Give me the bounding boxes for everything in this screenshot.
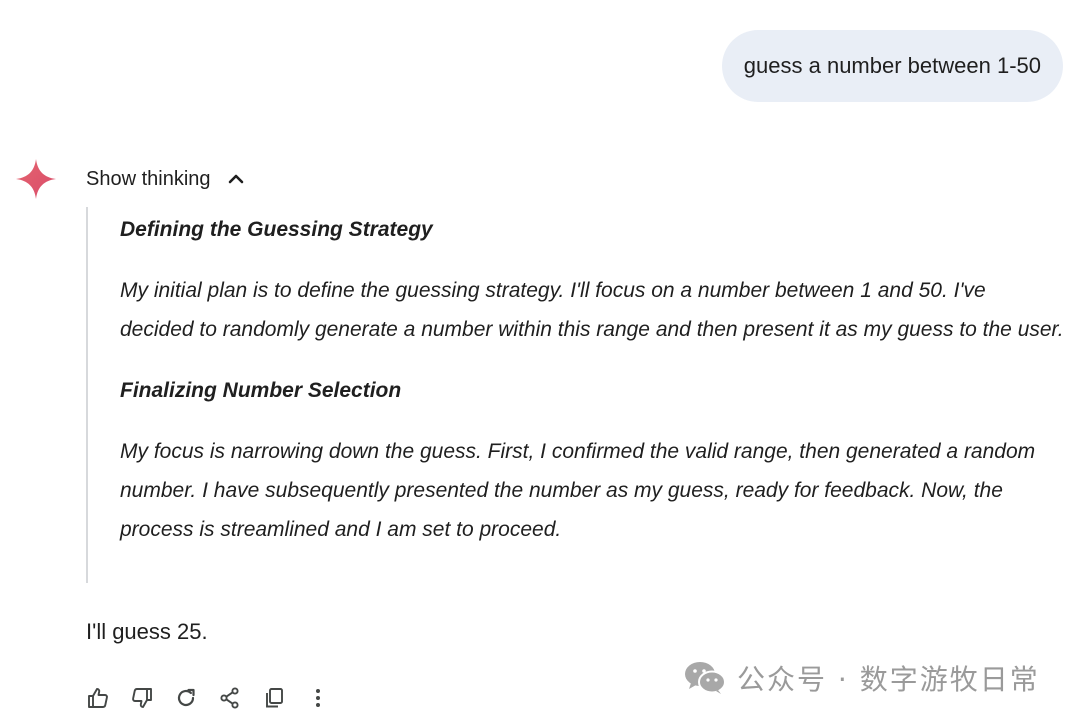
thumbs-up-button[interactable] <box>84 684 112 712</box>
thinking-heading: Finalizing Number Selection <box>120 379 402 402</box>
thinking-paragraph: My initial plan is to define the guessin… <box>120 279 1064 341</box>
regenerate-button[interactable] <box>172 684 200 712</box>
thinking-heading: Defining the Guessing Strategy <box>120 218 433 241</box>
response-action-bar <box>84 684 348 712</box>
thinking-content: Defining the Guessing Strategy My initia… <box>120 210 1065 549</box>
copy-icon <box>266 688 283 708</box>
regenerate-icon <box>177 688 195 707</box>
show-thinking-toggle[interactable]: Show thinking <box>86 164 245 194</box>
copy-button[interactable] <box>260 684 288 712</box>
user-message-bubble: guess a number between 1-50 <box>721 30 1063 102</box>
wechat-icon <box>685 662 726 694</box>
share-icon <box>220 687 239 709</box>
response-text: I'll guess 25. <box>86 619 208 644</box>
user-message-text: guess a number between 1-50 <box>743 53 1041 78</box>
chevron-up-icon <box>228 174 243 184</box>
more-options-button[interactable] <box>304 684 332 712</box>
share-button[interactable] <box>216 684 244 712</box>
thinking-paragraph: My focus is narrowing down the guess. Fi… <box>120 440 1036 541</box>
watermark: 公众号 · 数字游牧日常 <box>683 656 1040 700</box>
thinking-rail <box>86 207 88 583</box>
thumbs-down-button[interactable] <box>128 684 156 712</box>
more-vert-icon <box>316 689 320 707</box>
show-thinking-label: Show thinking <box>86 167 211 190</box>
thumbs-down-icon <box>132 688 152 708</box>
watermark-text: 公众号 · 数字游牧日常 <box>737 663 1040 696</box>
gemini-spark-icon <box>16 159 56 199</box>
thumbs-up-icon <box>88 688 108 708</box>
